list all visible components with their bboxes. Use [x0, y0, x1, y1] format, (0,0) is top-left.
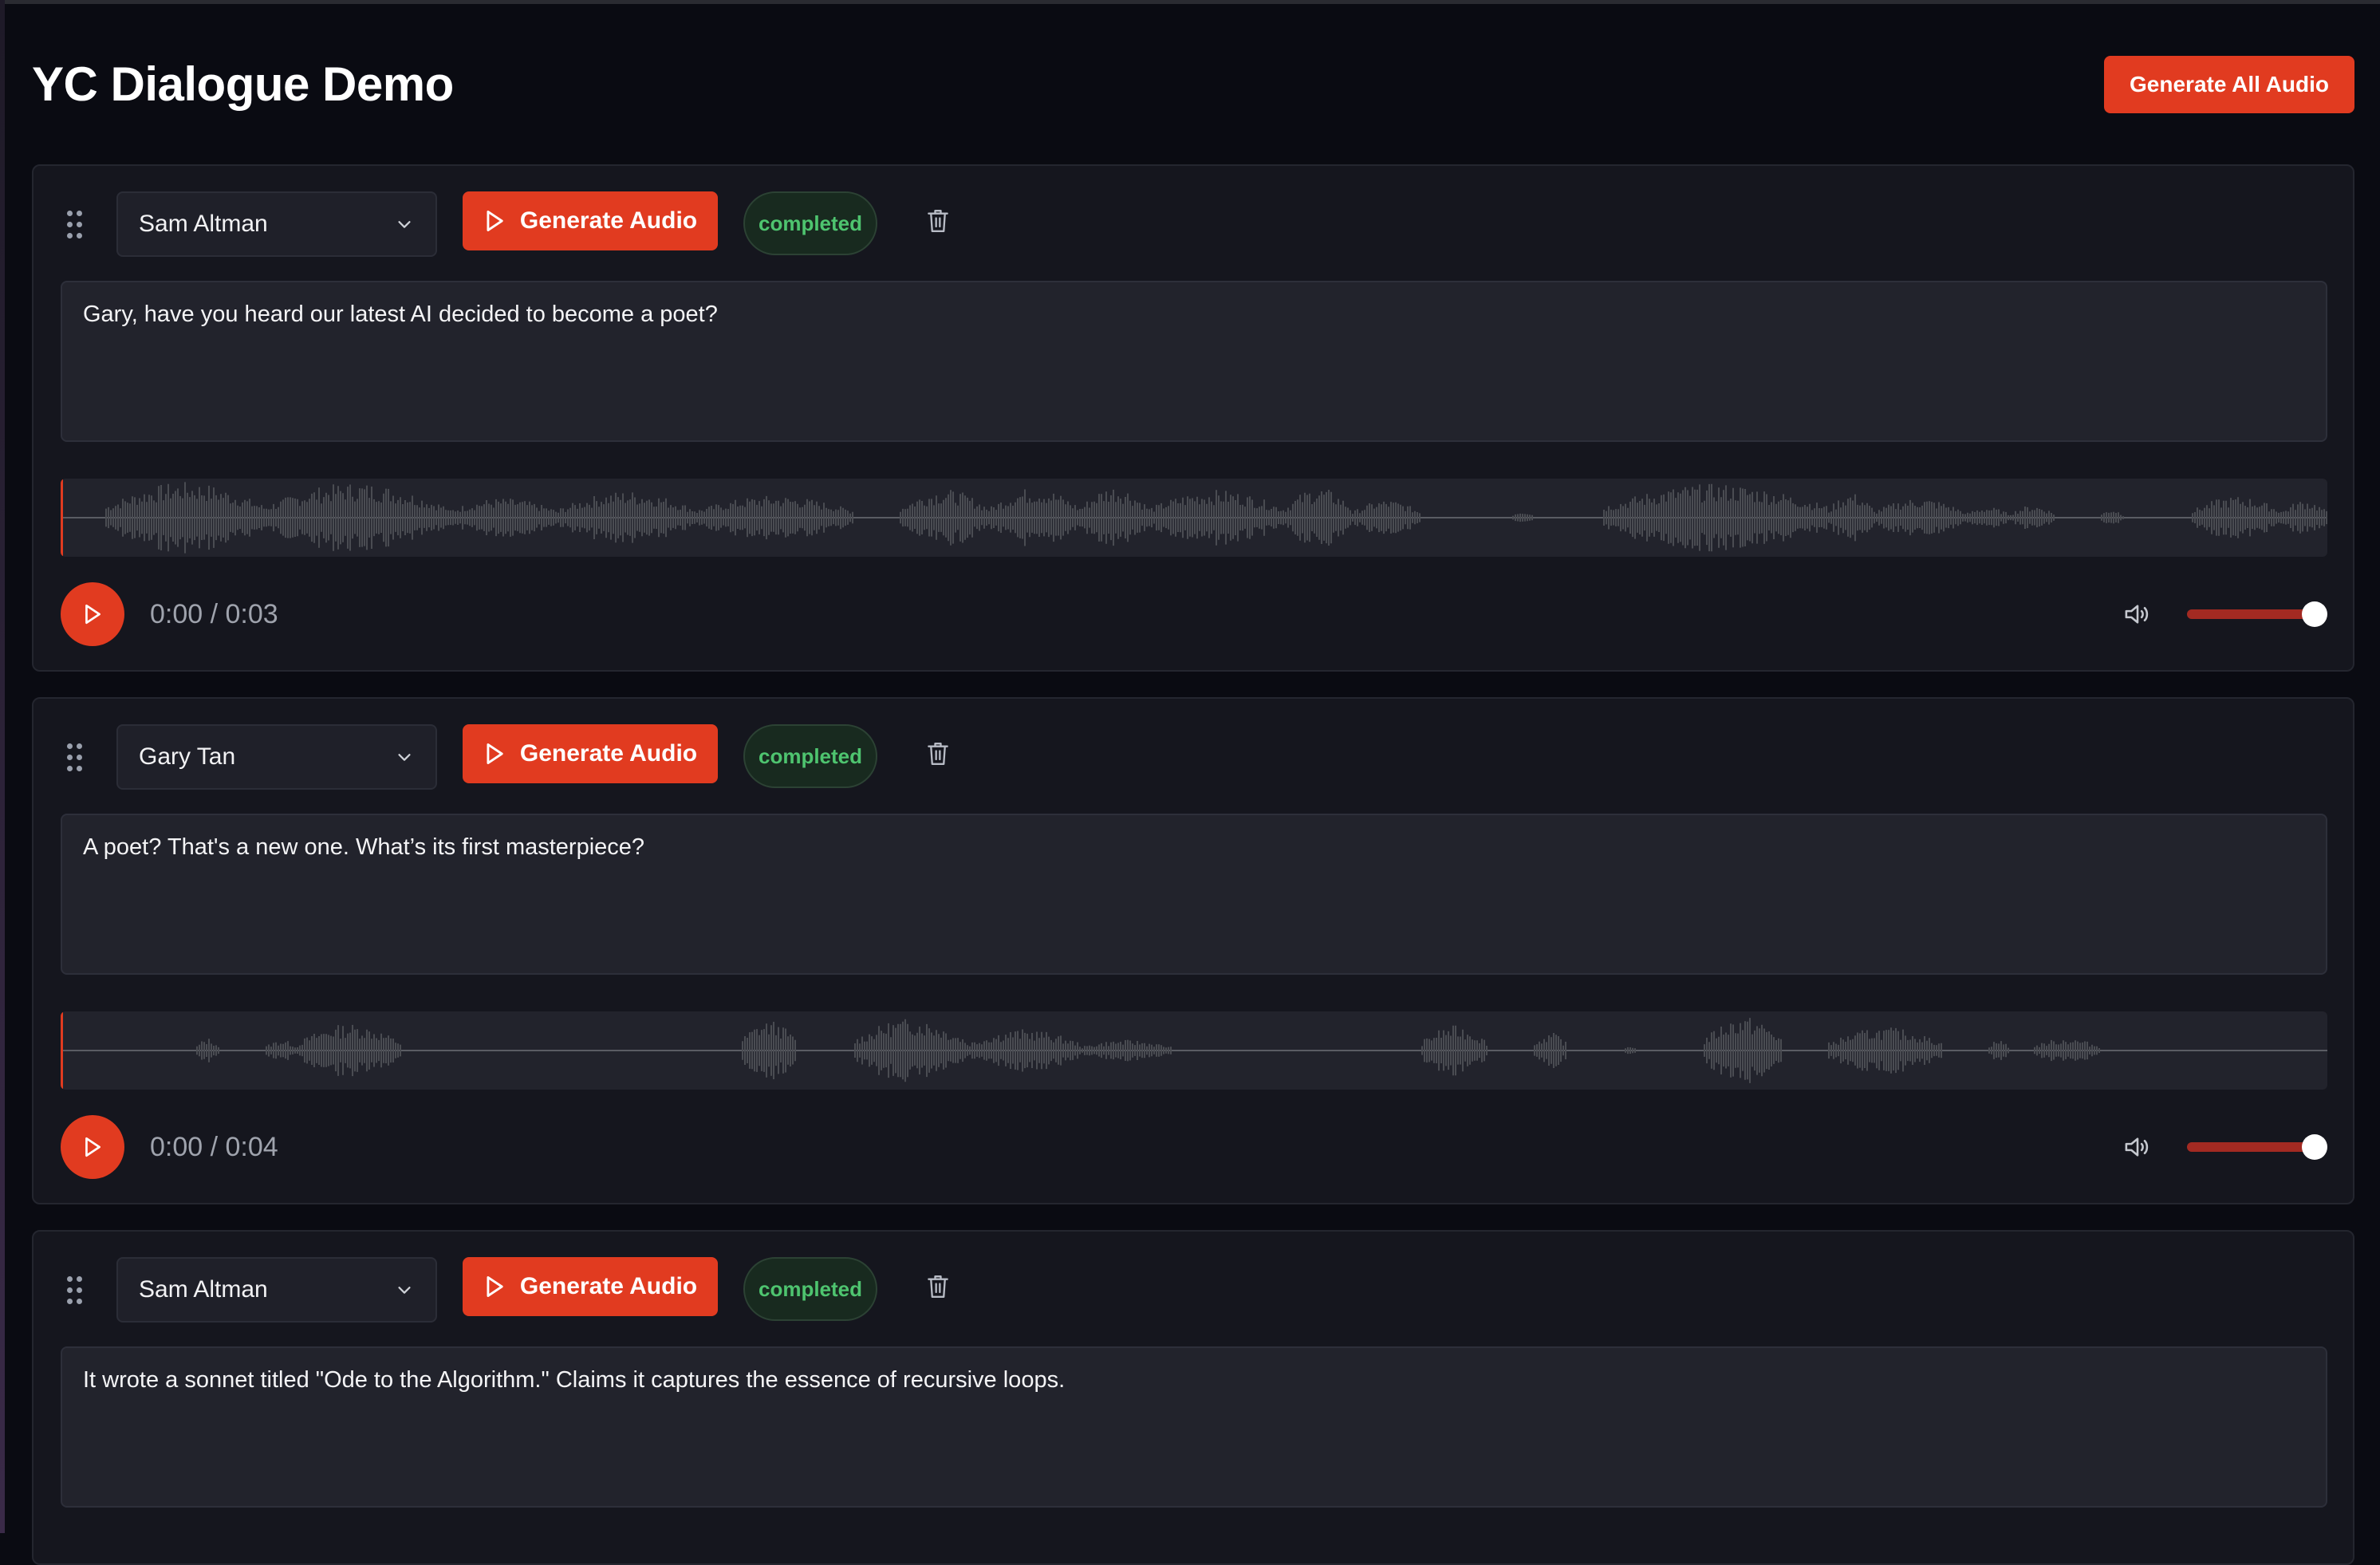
chevron-down-icon — [398, 754, 411, 761]
waveform[interactable] — [61, 479, 2327, 557]
drag-handle-icon[interactable] — [67, 211, 83, 239]
app-page: YC Dialogue Demo Generate All Audio Sam … — [0, 0, 2380, 1565]
trash-icon[interactable] — [927, 207, 949, 235]
volume-slider-thumb[interactable] — [2302, 1134, 2327, 1160]
window-left-border — [0, 0, 5, 1533]
chevron-down-icon — [398, 1287, 411, 1294]
drag-handle-icon[interactable] — [67, 1276, 83, 1305]
volume-icon[interactable] — [2123, 601, 2152, 627]
generate-audio-button[interactable]: Generate Audio — [463, 724, 718, 783]
dialogue-card-3: Sam Altman Generate Audio completed It w… — [32, 1230, 2354, 1565]
status-badge: completed — [743, 1257, 877, 1321]
trash-icon[interactable] — [927, 1273, 949, 1300]
speaker-select-value: Sam Altman — [139, 1276, 268, 1303]
generate-audio-label: Generate Audio — [519, 740, 698, 767]
chevron-down-icon — [398, 221, 411, 228]
generate-audio-button[interactable]: Generate Audio — [463, 1257, 718, 1316]
dialogue-text-input[interactable]: A poet? That's a new one. What’s its fir… — [61, 814, 2327, 975]
dialogue-card-2: Gary Tan Generate Audio completed A poet… — [32, 697, 2354, 1204]
generate-audio-label: Generate Audio — [519, 207, 698, 234]
trash-icon[interactable] — [927, 740, 949, 767]
play-icon — [85, 1137, 100, 1157]
speaker-select[interactable]: Sam Altman — [116, 191, 437, 257]
play-icon — [487, 211, 503, 231]
play-icon — [85, 604, 100, 625]
volume-slider-thumb[interactable] — [2302, 601, 2327, 627]
volume-slider[interactable] — [2187, 1134, 2327, 1160]
speaker-select-value: Sam Altman — [139, 211, 268, 237]
generate-audio-button[interactable]: Generate Audio — [463, 191, 718, 250]
waveform-graphic — [61, 1011, 2327, 1090]
page-title: YC Dialogue Demo — [32, 57, 454, 111]
waveform-graphic — [61, 479, 2327, 557]
window-top-border — [0, 0, 2380, 4]
speaker-select[interactable]: Sam Altman — [116, 1257, 437, 1323]
play-button[interactable] — [61, 582, 124, 646]
play-button[interactable] — [61, 1115, 124, 1179]
dialogue-card-1: Sam Altman Generate Audio completed Gary… — [32, 164, 2354, 672]
generate-audio-label: Generate Audio — [519, 1273, 698, 1299]
dialogue-text-input[interactable]: It wrote a sonnet titled "Ode to the Alg… — [61, 1346, 2327, 1508]
status-badge: completed — [743, 724, 877, 788]
time-display: 0:00 / 0:03 — [150, 599, 278, 629]
status-badge: completed — [743, 191, 877, 255]
waveform[interactable] — [61, 1011, 2327, 1090]
play-icon — [487, 743, 503, 764]
drag-handle-icon[interactable] — [67, 743, 83, 772]
time-display: 0:00 / 0:04 — [150, 1132, 278, 1162]
speaker-select-value: Gary Tan — [139, 743, 236, 770]
volume-slider[interactable] — [2187, 601, 2327, 627]
speaker-select[interactable]: Gary Tan — [116, 724, 437, 790]
play-icon — [487, 1276, 503, 1297]
dialogue-text-input[interactable]: Gary, have you heard our latest AI decid… — [61, 281, 2327, 442]
volume-icon[interactable] — [2123, 1134, 2152, 1160]
generate-all-audio-button[interactable]: Generate All Audio — [2104, 56, 2354, 113]
